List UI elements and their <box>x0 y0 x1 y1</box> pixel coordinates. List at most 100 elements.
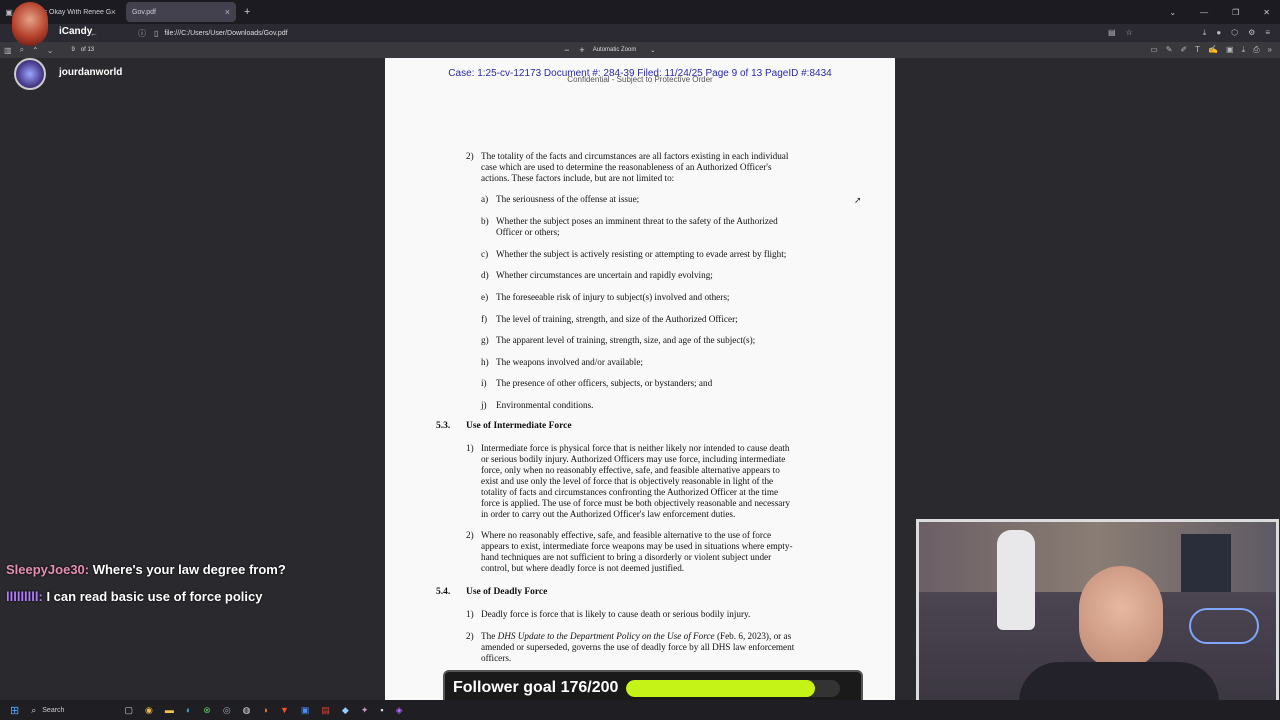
close-window-icon[interactable]: ✕ <box>1263 8 1270 17</box>
close-tab-icon[interactable]: × <box>111 7 116 17</box>
item-number: 2) <box>466 151 474 161</box>
paragraph-line: Where no reasonably effective, safe, and… <box>481 530 772 540</box>
page-number-input[interactable]: 9 <box>71 47 74 53</box>
app-icon[interactable]: ✦ <box>361 705 369 716</box>
maximize-icon[interactable]: ❐ <box>1232 8 1239 17</box>
chrome-icon[interactable]: ◉ <box>145 705 153 716</box>
paragraph-line: actions. These factors include, but are … <box>481 173 675 183</box>
factor-text: The apparent level of training, strength… <box>496 335 756 345</box>
print-icon[interactable]: ⎙ <box>1253 45 1259 55</box>
paragraph-line: control, but where deadly force is not d… <box>481 563 685 573</box>
new-tab-button[interactable]: + <box>244 6 250 18</box>
streamer-head <box>1079 566 1163 670</box>
chat-username: SleepyJoe30: <box>6 562 90 577</box>
factor-letter: e) <box>481 292 489 302</box>
brave-icon[interactable]: ▼ <box>280 705 289 716</box>
app-icon[interactable]: ▤ <box>321 705 330 716</box>
pdf-page: Confidential - Subject to Protective Ord… <box>385 58 895 700</box>
neon-sign <box>1189 608 1259 644</box>
paragraph-line: force is applied. The use of force must … <box>481 498 791 508</box>
browser-tab-bar: ▣ ICE Is Okay With Renee Good's ... × Go… <box>0 0 1280 24</box>
chevron-down-icon[interactable]: ⌄ <box>650 47 655 54</box>
tab-list-icon[interactable]: ⌄ <box>1169 8 1176 17</box>
factor-letter: f) <box>481 314 488 324</box>
tab-gov-pdf-label: Gov.pdf <box>132 8 156 16</box>
comment-icon[interactable]: ▭ <box>1150 45 1158 55</box>
chat-message: lllllllll: I can read basic use of force… <box>6 589 262 604</box>
paragraph-line: appears to exist, intermediate force wea… <box>481 541 793 551</box>
app-icon[interactable]: ◆ <box>342 705 349 716</box>
follower-goal-track <box>626 679 841 697</box>
paragraph-line: amended or superseded, governs the use o… <box>481 642 795 652</box>
section-number: 5.3. <box>436 421 451 431</box>
bookmark-star-icon[interactable]: ☆ <box>1126 28 1133 38</box>
windows-taskbar: ⊞ ⌕ Search ▢ ◉ ▬ ◐ ⊗ ◎ ◍ ◑ ▼ ▣ ▤ ◆ ✦ ▪ ◈ <box>0 700 1280 720</box>
factor-text: The seriousness of the offense at issue; <box>496 194 640 204</box>
save-icon[interactable]: ⤓ <box>1242 45 1246 55</box>
minimize-icon[interactable]: — <box>1200 8 1208 17</box>
paragraph-line: Intermediate force is physical force tha… <box>481 443 790 453</box>
item-number: 1) <box>466 443 474 453</box>
chat-text: Where's your law degree from? <box>89 562 286 577</box>
app-menu-icon[interactable]: ≡ <box>1265 28 1270 38</box>
policy-title: DHS Update to the Department Policy on t… <box>497 631 715 641</box>
close-tab-icon[interactable]: × <box>225 7 230 17</box>
factor-letter: a) <box>481 194 489 204</box>
factor-letter: i) <box>481 378 487 388</box>
taskbar-search[interactable]: Search <box>42 707 64 714</box>
zoom-out-button[interactable]: − <box>564 45 569 55</box>
streamer-avatar <box>12 2 48 46</box>
extensions-icon[interactable]: ⬡ <box>1231 28 1238 38</box>
settings-icon[interactable]: ⚙ <box>1248 28 1255 38</box>
factor-letter: h) <box>481 357 489 367</box>
item-number: 2) <box>466 530 474 540</box>
follower-goal-fill <box>626 679 815 697</box>
draw-icon[interactable]: ✐ <box>1180 45 1187 55</box>
paragraph-line: Deadly force is force that is likely to … <box>481 609 751 619</box>
task-view-icon[interactable]: ▢ <box>124 705 133 716</box>
text-icon[interactable]: T <box>1195 45 1200 55</box>
paragraph-line: The totality of the facts and circumstan… <box>481 151 789 161</box>
app-icon[interactable]: ◈ <box>396 705 403 716</box>
download-icon[interactable]: ⤓ <box>1203 28 1207 38</box>
paragraph-line: The DHS Update to the Department Policy … <box>481 631 791 642</box>
brand-label: iCandy <box>59 26 93 37</box>
app-icon[interactable]: ▪ <box>380 705 383 716</box>
account-icon[interactable]: ● <box>1216 28 1221 38</box>
zoom-select[interactable]: Automatic Zoom <box>593 47 637 53</box>
image-icon[interactable]: ▣ <box>1226 45 1234 55</box>
robot-figure <box>997 530 1035 630</box>
factor-text: The weapons involved and/or available; <box>496 357 643 367</box>
more-tools-icon[interactable]: » <box>1268 45 1272 55</box>
text-run: The <box>481 631 498 641</box>
paragraph-line: case which are used to determine the rea… <box>481 162 772 172</box>
factor-text: Whether circumstances are uncertain and … <box>496 270 713 280</box>
chat-text: I can read basic use of force policy <box>42 589 263 604</box>
steam-icon[interactable]: ◎ <box>223 705 231 716</box>
xbox-icon[interactable]: ⊗ <box>203 705 211 716</box>
obs-icon[interactable]: ◍ <box>243 705 251 716</box>
highlight-icon[interactable]: ✎ <box>1166 45 1173 55</box>
zoom-in-button[interactable]: + <box>579 45 584 55</box>
firefox-icon[interactable]: ◑ <box>263 705 268 716</box>
section-number: 5.4. <box>436 587 451 597</box>
webcam-overlay <box>916 519 1279 718</box>
paragraph-line: hand techniques are not sufficient to br… <box>481 552 772 562</box>
paragraph-line: force, only when no reasonably effective… <box>481 465 780 475</box>
paragraph-line: exist and use only the level of force th… <box>481 476 774 486</box>
folder-icon[interactable]: ▬ <box>165 705 174 716</box>
url-input[interactable]: file:///C:/Users/User/Downloads/Gov.pdf <box>164 30 287 37</box>
search-icon[interactable]: ⌕ <box>31 705 36 716</box>
reader-icon[interactable]: ▤ <box>1108 28 1116 38</box>
channel-name: jourdanworld <box>59 67 123 78</box>
section-title: Use of Intermediate Force <box>466 421 572 431</box>
edge-icon[interactable]: ◐ <box>186 705 191 716</box>
app-icon[interactable]: ▣ <box>301 705 310 716</box>
paragraph-line: in order to carry out the Authorized Off… <box>481 509 736 519</box>
signature-icon[interactable]: ✍ <box>1208 45 1218 55</box>
factor-letter: g) <box>481 335 489 345</box>
factor-text: The foreseeable risk of injury to subjec… <box>496 292 730 302</box>
tab-gov-pdf[interactable]: Gov.pdf × <box>126 2 236 22</box>
chat-username: lllllllll: <box>6 589 43 604</box>
windows-start-icon[interactable]: ⊞ <box>10 704 19 717</box>
